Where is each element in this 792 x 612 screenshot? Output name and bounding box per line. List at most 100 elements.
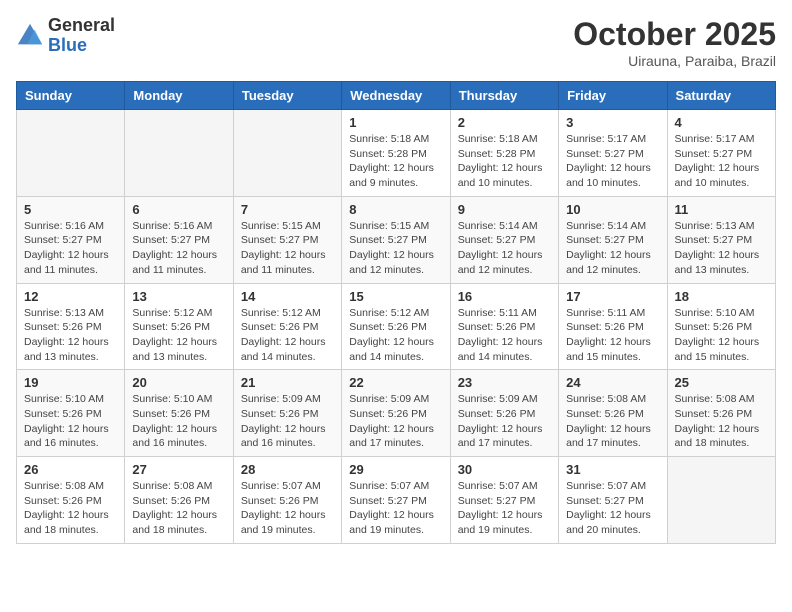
- day-number: 15: [349, 289, 442, 304]
- col-header-friday: Friday: [559, 82, 667, 110]
- col-header-tuesday: Tuesday: [233, 82, 341, 110]
- day-info: Sunrise: 5:10 AM Sunset: 5:26 PM Dayligh…: [675, 306, 768, 365]
- day-number: 16: [458, 289, 551, 304]
- calendar-cell: 5Sunrise: 5:16 AM Sunset: 5:27 PM Daylig…: [17, 196, 125, 283]
- day-info: Sunrise: 5:16 AM Sunset: 5:27 PM Dayligh…: [24, 219, 117, 278]
- calendar-subtitle: Uirauna, Paraiba, Brazil: [573, 53, 776, 69]
- day-number: 11: [675, 202, 768, 217]
- col-header-thursday: Thursday: [450, 82, 558, 110]
- calendar-cell: 14Sunrise: 5:12 AM Sunset: 5:26 PM Dayli…: [233, 283, 341, 370]
- day-number: 17: [566, 289, 659, 304]
- day-number: 2: [458, 115, 551, 130]
- title-block: October 2025 Uirauna, Paraiba, Brazil: [573, 16, 776, 69]
- day-number: 19: [24, 375, 117, 390]
- day-info: Sunrise: 5:14 AM Sunset: 5:27 PM Dayligh…: [458, 219, 551, 278]
- day-number: 10: [566, 202, 659, 217]
- calendar-cell: 3 Sunrise: 5:17 AM Sunset: 5:27 PM Daylig…: [559, 110, 667, 197]
- day-info: Sunrise: 5:12 AM Sunset: 5:26 PM Dayligh…: [132, 306, 225, 365]
- calendar-cell: 25 Sunrise: 5:08 AM Sunset: 5:26 PM Dayli…: [667, 370, 775, 457]
- day-info: Sunrise: 5:12 AM Sunset: 5:26 PM Dayligh…: [349, 306, 442, 365]
- day-number: 4: [675, 115, 768, 130]
- calendar-cell: 7 Sunrise: 5:15 AM Sunset: 5:27 PM Daylig…: [233, 196, 341, 283]
- day-info: Sunrise: 5:10 AM Sunset: 5:26 PM Dayligh…: [132, 392, 225, 451]
- calendar-cell: 23 Sunrise: 5:09 AM Sunset: 5:26 PM Dayli…: [450, 370, 558, 457]
- calendar-week-4: 19 Sunrise: 5:10 AM Sunset: 5:26 PM Dayli…: [17, 370, 776, 457]
- day-number: 28: [241, 462, 334, 477]
- logo-text: General Blue: [48, 16, 115, 56]
- day-number: 13: [132, 289, 225, 304]
- day-info: Sunrise: 5:13 AM Sunset: 5:27 PM Dayligh…: [675, 219, 768, 278]
- calendar-cell: 13 Sunrise: 5:12 AM Sunset: 5:26 PM Dayli…: [125, 283, 233, 370]
- day-info: Sunrise: 5:07 AM Sunset: 5:27 PM Dayligh…: [349, 479, 442, 538]
- day-number: 24: [566, 375, 659, 390]
- calendar-cell: 9 Sunrise: 5:14 AM Sunset: 5:27 PM Daylig…: [450, 196, 558, 283]
- calendar-header-row: SundayMondayTuesdayWednesdayThursdayFrid…: [17, 82, 776, 110]
- day-info: Sunrise: 5:10 AM Sunset: 5:26 PM Dayligh…: [24, 392, 117, 451]
- day-number: 9: [458, 202, 551, 217]
- day-info: Sunrise: 5:07 AM Sunset: 5:26 PM Dayligh…: [241, 479, 334, 538]
- calendar-cell: [17, 110, 125, 197]
- day-info: Sunrise: 5:11 AM Sunset: 5:26 PM Dayligh…: [458, 306, 551, 365]
- calendar-cell: [125, 110, 233, 197]
- calendar-cell: 16 Sunrise: 5:11 AM Sunset: 5:26 PM Dayli…: [450, 283, 558, 370]
- calendar-cell: 26 Sunrise: 5:08 AM Sunset: 5:26 PM Dayli…: [17, 457, 125, 544]
- day-number: 26: [24, 462, 117, 477]
- day-number: 31: [566, 462, 659, 477]
- day-info: Sunrise: 5:08 AM Sunset: 5:26 PM Dayligh…: [24, 479, 117, 538]
- day-info: Sunrise: 5:15 AM Sunset: 5:27 PM Dayligh…: [241, 219, 334, 278]
- day-info: Sunrise: 5:08 AM Sunset: 5:26 PM Dayligh…: [675, 392, 768, 451]
- calendar-cell: 6Sunrise: 5:16 AM Sunset: 5:27 PM Daylig…: [125, 196, 233, 283]
- logo-icon: [16, 22, 44, 50]
- day-number: 25: [675, 375, 768, 390]
- calendar-cell: 30Sunrise: 5:07 AM Sunset: 5:27 PM Dayli…: [450, 457, 558, 544]
- day-info: Sunrise: 5:17 AM Sunset: 5:27 PM Dayligh…: [675, 132, 768, 191]
- calendar-cell: 2Sunrise: 5:18 AM Sunset: 5:28 PM Daylig…: [450, 110, 558, 197]
- day-info: Sunrise: 5:15 AM Sunset: 5:27 PM Dayligh…: [349, 219, 442, 278]
- calendar-cell: [667, 457, 775, 544]
- calendar-cell: 10 Sunrise: 5:14 AM Sunset: 5:27 PM Dayli…: [559, 196, 667, 283]
- day-info: Sunrise: 5:08 AM Sunset: 5:26 PM Dayligh…: [566, 392, 659, 451]
- calendar-cell: 1Sunrise: 5:18 AM Sunset: 5:28 PM Daylig…: [342, 110, 450, 197]
- day-info: Sunrise: 5:09 AM Sunset: 5:26 PM Dayligh…: [241, 392, 334, 451]
- calendar-cell: 4 Sunrise: 5:17 AM Sunset: 5:27 PM Daylig…: [667, 110, 775, 197]
- day-number: 30: [458, 462, 551, 477]
- calendar-cell: 8 Sunrise: 5:15 AM Sunset: 5:27 PM Daylig…: [342, 196, 450, 283]
- day-info: Sunrise: 5:09 AM Sunset: 5:26 PM Dayligh…: [349, 392, 442, 451]
- col-header-sunday: Sunday: [17, 82, 125, 110]
- calendar-title: October 2025: [573, 16, 776, 53]
- day-number: 18: [675, 289, 768, 304]
- calendar-week-2: 5Sunrise: 5:16 AM Sunset: 5:27 PM Daylig…: [17, 196, 776, 283]
- calendar-table: SundayMondayTuesdayWednesdayThursdayFrid…: [16, 81, 776, 544]
- day-number: 12: [24, 289, 117, 304]
- day-info: Sunrise: 5:17 AM Sunset: 5:27 PM Dayligh…: [566, 132, 659, 191]
- day-info: Sunrise: 5:09 AM Sunset: 5:26 PM Dayligh…: [458, 392, 551, 451]
- day-info: Sunrise: 5:18 AM Sunset: 5:28 PM Dayligh…: [349, 132, 442, 191]
- calendar-cell: [233, 110, 341, 197]
- day-number: 7: [241, 202, 334, 217]
- calendar-cell: 21 Sunrise: 5:09 AM Sunset: 5:26 PM Dayli…: [233, 370, 341, 457]
- calendar-cell: 29 Sunrise: 5:07 AM Sunset: 5:27 PM Dayli…: [342, 457, 450, 544]
- calendar-week-1: 1Sunrise: 5:18 AM Sunset: 5:28 PM Daylig…: [17, 110, 776, 197]
- day-number: 23: [458, 375, 551, 390]
- col-header-saturday: Saturday: [667, 82, 775, 110]
- day-number: 8: [349, 202, 442, 217]
- day-info: Sunrise: 5:07 AM Sunset: 5:27 PM Dayligh…: [566, 479, 659, 538]
- day-number: 22: [349, 375, 442, 390]
- day-number: 27: [132, 462, 225, 477]
- calendar-cell: 27 Sunrise: 5:08 AM Sunset: 5:26 PM Dayli…: [125, 457, 233, 544]
- calendar-cell: 12 Sunrise: 5:13 AM Sunset: 5:26 PM Dayli…: [17, 283, 125, 370]
- day-info: Sunrise: 5:11 AM Sunset: 5:26 PM Dayligh…: [566, 306, 659, 365]
- calendar-cell: 19 Sunrise: 5:10 AM Sunset: 5:26 PM Dayli…: [17, 370, 125, 457]
- calendar-cell: 22 Sunrise: 5:09 AM Sunset: 5:26 PM Dayli…: [342, 370, 450, 457]
- calendar-cell: 28 Sunrise: 5:07 AM Sunset: 5:26 PM Dayli…: [233, 457, 341, 544]
- day-number: 20: [132, 375, 225, 390]
- day-info: Sunrise: 5:13 AM Sunset: 5:26 PM Dayligh…: [24, 306, 117, 365]
- day-number: 3: [566, 115, 659, 130]
- day-info: Sunrise: 5:08 AM Sunset: 5:26 PM Dayligh…: [132, 479, 225, 538]
- calendar-week-3: 12 Sunrise: 5:13 AM Sunset: 5:26 PM Dayli…: [17, 283, 776, 370]
- day-number: 21: [241, 375, 334, 390]
- day-number: 29: [349, 462, 442, 477]
- day-info: Sunrise: 5:12 AM Sunset: 5:26 PM Dayligh…: [241, 306, 334, 365]
- col-header-monday: Monday: [125, 82, 233, 110]
- day-info: Sunrise: 5:14 AM Sunset: 5:27 PM Dayligh…: [566, 219, 659, 278]
